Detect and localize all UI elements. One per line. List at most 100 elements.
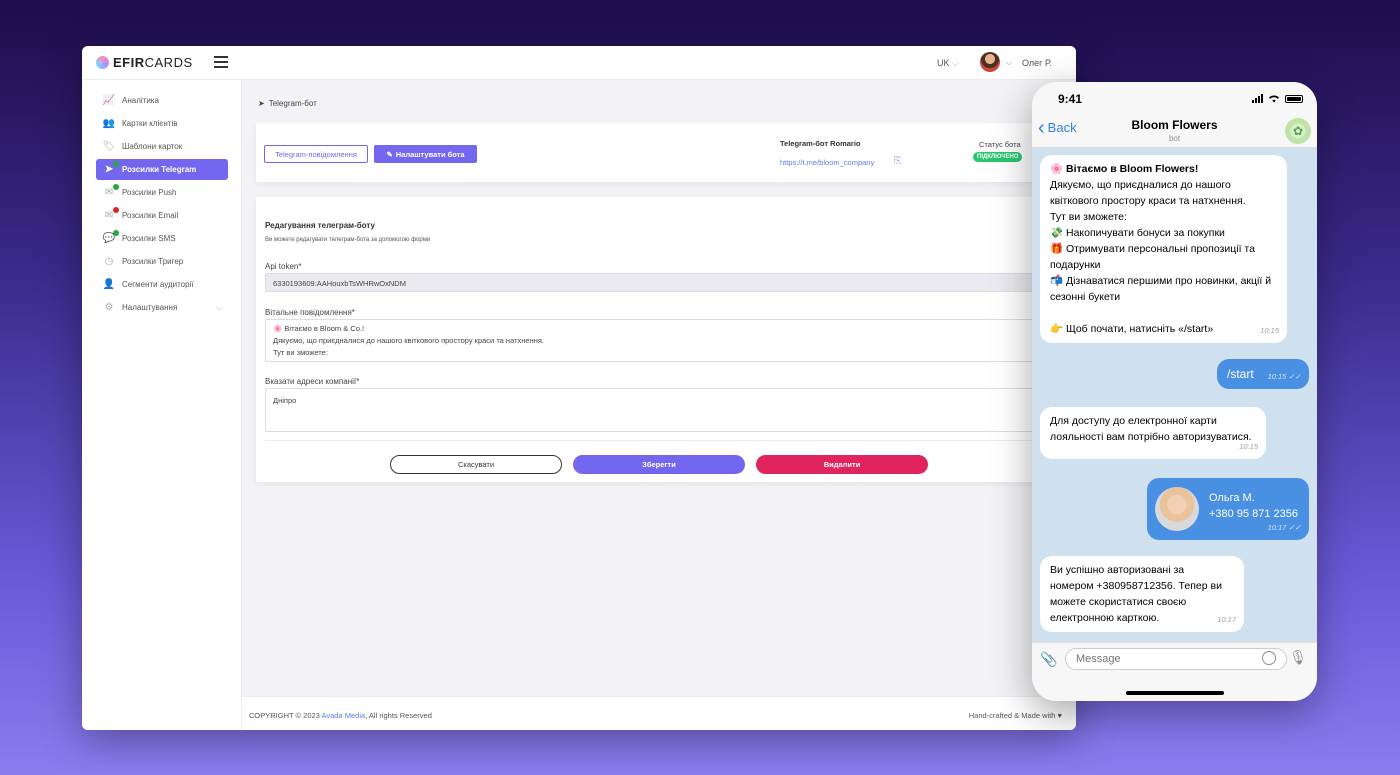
- attach-icon[interactable]: 📎: [1040, 651, 1057, 668]
- welcome-line: 🌸 Вітаємо в Bloom & Co.!: [273, 324, 365, 333]
- message-welcome: 🌸 Вітаємо в Bloom Flowers! Дякуємо, що п…: [1040, 155, 1287, 343]
- tag-icon: 🏷: [102, 141, 116, 152]
- api-token-field[interactable]: 6330193609:AAHouxbTsWHRwOxNDM: [265, 273, 1055, 292]
- user-avatar[interactable]: [980, 52, 1000, 72]
- bot-name: Telegram-бот Romario: [780, 139, 861, 148]
- sidebar-item-label: Аналітика: [122, 96, 159, 105]
- battery-icon: [1285, 94, 1303, 103]
- mail-icon: ✉: [102, 206, 119, 222]
- user-name[interactable]: Олег Р.: [1022, 58, 1052, 68]
- message-start: /start 10:15 ✓✓: [1217, 359, 1309, 389]
- language-selector[interactable]: UK ⌵: [937, 58, 959, 69]
- configure-bot-button[interactable]: ✎ Налаштувати бота: [374, 145, 477, 163]
- menu-toggle-icon[interactable]: [214, 56, 228, 68]
- message-line: подарунки: [1050, 259, 1101, 271]
- phone-mockup: 9:41 ‹ Back Bloom Flowers bot ✿ 🌸 Вітаєм…: [1032, 82, 1317, 701]
- edit-icon: ✎: [386, 149, 393, 159]
- status-time: 9:41: [1058, 92, 1083, 106]
- bot-info-card: Telegram-повідомлення ✎ Налаштувати бота…: [256, 123, 1046, 182]
- sidebar-item-push[interactable]: ✉ Розсилки Push: [96, 182, 228, 203]
- message-line: 💸 Накопичувати бонуси за покупки: [1050, 227, 1225, 239]
- sidebar-item-settings[interactable]: ⚙ Налаштування ⌵: [96, 297, 228, 318]
- message-time: 10:17: [1217, 615, 1236, 624]
- bot-link[interactable]: https://t.me/bloom_company: [780, 158, 874, 167]
- sidebar-item-label: Розсилки Push: [122, 188, 177, 197]
- welcome-line: Дякуємо, що приєдналися до нашого квітко…: [273, 336, 544, 345]
- message-line: Дякуємо, що приєдналися до нашого: [1050, 179, 1231, 191]
- sidebar-item-analytics[interactable]: 📈 Аналітика: [96, 90, 228, 111]
- sidebar-item-label: Розсилки Telegram: [122, 165, 197, 174]
- sidebar-item-label: Картки клієнтів: [122, 119, 178, 128]
- microphone-icon[interactable]: 🎙: [1289, 649, 1307, 666]
- sidebar: 📈 Аналітика 👥 Картки клієнтів 🏷 Шаблони …: [82, 80, 242, 730]
- top-bar: EFIRCARDS UK ⌵ ⌵ Олег Р.: [82, 46, 1076, 80]
- signal-icon: [1252, 94, 1263, 103]
- status-dot: [113, 206, 119, 213]
- admin-window: EFIRCARDS UK ⌵ ⌵ Олег Р. 📈 Аналітика 👥 К…: [82, 46, 1076, 730]
- sidebar-item-label: Розсилки Email: [122, 211, 179, 220]
- chat-icon: 💬: [102, 229, 119, 245]
- company-address-label: Вказати адреси компанії*: [265, 377, 360, 386]
- company-link[interactable]: Avada Media: [322, 711, 366, 720]
- logo-mark-icon: [96, 56, 109, 69]
- sidebar-item-trigger[interactable]: ◷ Розсилки Тригер: [96, 251, 228, 272]
- divider: [265, 440, 1045, 441]
- chevron-down-icon: ⌵: [215, 302, 222, 312]
- message-time: 10:17 ✓✓: [1267, 523, 1301, 532]
- status-dot: [113, 183, 119, 190]
- sidebar-item-segments[interactable]: 👤 Сегменти аудиторії: [96, 274, 228, 295]
- welcome-message-field[interactable]: 🌸 Вітаємо в Bloom & Co.! Дякуємо, що при…: [265, 319, 1055, 362]
- save-button[interactable]: Зберегти: [573, 455, 745, 474]
- welcome-message-label: Вітальне повідомлення*: [265, 308, 355, 317]
- status-dot: [113, 229, 119, 236]
- message-input-bar: 📎 🎙: [1032, 642, 1317, 701]
- form-subtitle: Ви можете редагувати телеграм-бота за до…: [265, 237, 431, 243]
- sidebar-item-client-cards[interactable]: 👥 Картки клієнтів: [96, 113, 228, 134]
- users-icon: 👥: [102, 118, 116, 129]
- mail-icon: ✉: [102, 183, 119, 199]
- chat-title: Bloom Flowers: [1131, 118, 1218, 132]
- message-contact[interactable]: Ольга М. +380 95 871 2356 10:17 ✓✓: [1147, 478, 1309, 540]
- telegram-icon: ➤: [258, 99, 265, 108]
- sidebar-item-label: Розсилки SMS: [122, 234, 176, 243]
- message-input[interactable]: [1065, 648, 1287, 670]
- delete-button[interactable]: Видалити: [756, 455, 928, 474]
- logo-text: EFIRCARDS: [113, 55, 193, 70]
- sidebar-item-email[interactable]: ✉ Розсилки Email: [96, 205, 228, 226]
- status-label: Статус бота: [979, 140, 1021, 149]
- bot-avatar[interactable]: ✿: [1285, 118, 1311, 144]
- form-title: Редагування телеграм-боту: [265, 221, 375, 230]
- status-badge: ПІДКЛЮЧЕНО: [973, 152, 1023, 162]
- status-icons: [1252, 94, 1303, 103]
- sidebar-item-sms[interactable]: 💬 Розсилки SMS: [96, 228, 228, 249]
- copy-icon[interactable]: ⎘: [894, 155, 901, 166]
- telegram-icon: ➤: [102, 160, 119, 176]
- message-line: 🎁 Отримувати персональні пропозиції та: [1050, 243, 1255, 255]
- cancel-button[interactable]: Скасувати: [390, 455, 562, 474]
- sticker-icon[interactable]: [1262, 651, 1276, 665]
- gear-icon: ⚙: [104, 302, 114, 313]
- sidebar-item-label: Розсилки Тригер: [122, 257, 184, 266]
- contact-avatar: [1155, 487, 1199, 531]
- breadcrumb: ➤ Telegram-бот: [258, 99, 317, 108]
- message-time: 10:15: [1260, 326, 1279, 335]
- wifi-icon: [1269, 95, 1279, 103]
- company-address-field[interactable]: Дніпро: [265, 388, 1055, 432]
- message-auth-prompt: Для доступу до електронної карти лояльно…: [1040, 407, 1266, 459]
- chat-header: 9:41 ‹ Back Bloom Flowers bot ✿: [1032, 82, 1317, 148]
- chevron-down-icon: ⌵: [952, 58, 959, 68]
- logo[interactable]: EFIRCARDS: [96, 55, 193, 70]
- chart-icon: 📈: [102, 95, 116, 106]
- footer: COPYRIGHT © 2023 Avada Media, All rights…: [242, 696, 1076, 730]
- breadcrumb-label: Telegram-бот: [268, 99, 317, 108]
- message-time: 10:15 ✓✓: [1267, 372, 1301, 381]
- message-line: 📬 Дізнаватися першими про новинки, акції…: [1050, 275, 1272, 287]
- telegram-messages-button[interactable]: Telegram-повідомлення: [264, 145, 368, 163]
- message-line: [1050, 305, 1277, 321]
- message-line: Тут ви зможете:: [1050, 211, 1127, 223]
- sidebar-item-telegram[interactable]: ➤ Розсилки Telegram: [96, 159, 228, 180]
- chevron-down-icon[interactable]: ⌵: [1006, 58, 1012, 68]
- status-dot: [113, 160, 119, 167]
- message-line: 🌸 Вітаємо в Bloom Flowers!: [1050, 163, 1199, 175]
- sidebar-item-card-templates[interactable]: 🏷 Шаблони карток: [96, 136, 228, 157]
